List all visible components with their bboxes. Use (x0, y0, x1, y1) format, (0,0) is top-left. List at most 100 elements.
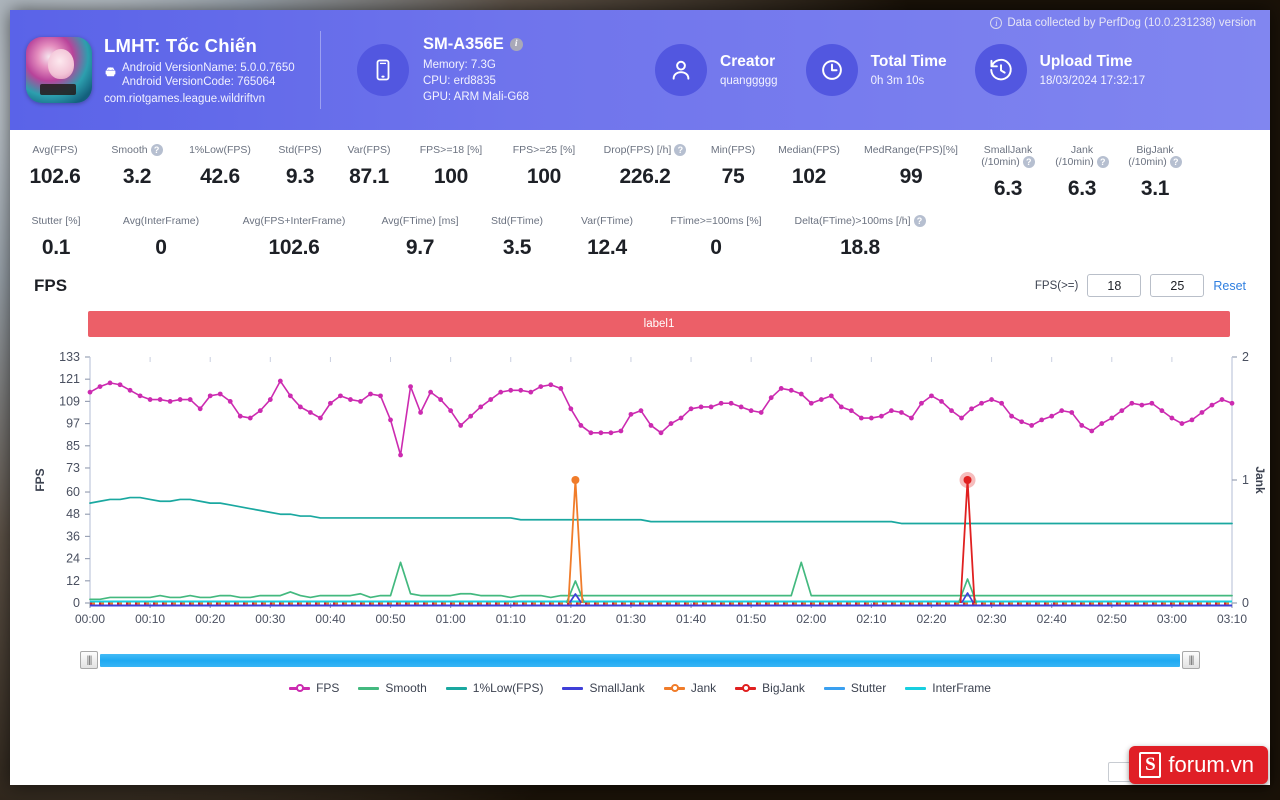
metric-cell: Avg(FPS+InterFrame) 102.6 (220, 215, 368, 260)
legend-item[interactable]: SmallJank (562, 681, 645, 695)
metric-label: Smooth ? (100, 144, 174, 156)
range-handle-left[interactable]: ||| (80, 651, 98, 670)
y-axis-tick-label: 12 (66, 574, 80, 588)
x-axis-tick-label: 00:40 (315, 612, 345, 626)
label-band[interactable]: label1 (88, 311, 1230, 338)
data-point (227, 399, 233, 405)
app-package-name: com.riotgames.league.wildriftvn (104, 93, 266, 105)
phone-icon-circle (357, 44, 409, 96)
metric-value: 0 (155, 236, 167, 260)
y-axis-title: FPS (33, 469, 47, 492)
help-icon[interactable]: ? (1022, 156, 1035, 169)
data-point (1209, 402, 1215, 408)
chart-range-scrollbar[interactable]: ||| ||| (80, 651, 1200, 670)
fps-chart[interactable]: 0 12 24 36 48 60 73 85 97 109 121 133 0 1 2 FPS Jank 00:0… (10, 345, 1270, 645)
data-point (157, 397, 163, 403)
header-divider (320, 31, 321, 109)
legend-item[interactable]: Stutter (823, 681, 887, 696)
data-point (718, 401, 724, 406)
data-point (408, 384, 413, 390)
help-icon[interactable]: ? (1096, 156, 1109, 169)
metric-cell: MedRange(FPS)[%] 99 (852, 144, 970, 201)
series-line-1-low-fps- (89, 496, 1233, 525)
data-point (648, 423, 654, 429)
data-point (187, 397, 193, 403)
creator-block: Creator quanggggg (655, 44, 778, 96)
metric-cell: Smooth ? 3.2 (100, 144, 174, 201)
data-point (358, 399, 363, 405)
metric-cell: Median(FPS) 102 (766, 144, 852, 201)
help-icon[interactable]: ? (913, 215, 926, 228)
legend-item[interactable]: BigJank (735, 681, 805, 695)
x-axis-tick-label: 02:00 (796, 612, 826, 626)
label-band-text: label1 (643, 318, 675, 331)
data-point (1159, 408, 1165, 414)
data-point (328, 401, 333, 406)
data-point (378, 393, 383, 399)
data-point (838, 404, 844, 410)
user-icon-circle (655, 44, 707, 96)
metric-value: 75 (721, 165, 745, 188)
y-axis-tick-label: 73 (66, 461, 80, 475)
y-axis-tick-label: 109 (59, 395, 80, 409)
data-point (538, 384, 544, 390)
metric-label: 1%Low(FPS) (189, 144, 251, 156)
data-point (588, 430, 594, 436)
metric-label: Std(FPS) (278, 144, 322, 156)
help-icon[interactable]: ? (1169, 156, 1182, 169)
y2-axis-tick-label: 1 (1242, 473, 1249, 487)
spike-marker[interactable] (571, 476, 580, 485)
data-point (939, 399, 944, 405)
device-cpu: CPU: erd8835 (423, 75, 496, 87)
data-point (297, 404, 303, 410)
data-point (1069, 410, 1075, 416)
data-point (508, 388, 514, 393)
legend-swatch (289, 684, 311, 693)
range-handle-right[interactable]: ||| (1182, 651, 1200, 670)
fps-chart-svg[interactable]: 01224364860738597109121133012FPS Jank00:0… (10, 345, 1270, 645)
data-point (969, 406, 974, 412)
x-axis-tick-label: 00:10 (135, 612, 165, 626)
metric-label: Stutter [%] (31, 215, 81, 228)
data-point (568, 406, 574, 412)
data-point (929, 393, 934, 399)
data-point (388, 417, 393, 423)
metric-value: 9.7 (405, 236, 435, 260)
x-axis-tick-label: 01:50 (736, 612, 766, 626)
help-icon[interactable]: ? (674, 144, 687, 156)
y-axis-tick-label: 0 (73, 596, 80, 610)
y2-axis-tick-label: 2 (1242, 350, 1249, 364)
data-point (1059, 408, 1065, 414)
app-icon (26, 37, 92, 103)
metric-label: Jank (/10min) ? (1046, 144, 1118, 169)
legend-label: Stutter (850, 681, 887, 696)
range-track[interactable] (100, 653, 1180, 667)
data-collected-note: i Data collected by PerfDog (10.0.231238… (990, 17, 1256, 29)
spike-marker[interactable] (963, 476, 972, 485)
fps-threshold-input-2[interactable] (1150, 274, 1205, 298)
fps-threshold-input-1[interactable] (1087, 274, 1142, 298)
legend-item[interactable]: InterFrame (905, 681, 991, 695)
data-point (1179, 421, 1185, 427)
legend-label: Smooth (385, 681, 427, 696)
legend-item[interactable]: FPS (289, 681, 339, 695)
data-point (418, 410, 423, 416)
help-icon[interactable]: ? (150, 144, 163, 156)
metric-value: 0 (710, 236, 722, 260)
data-point (658, 430, 664, 436)
legend-item[interactable]: Jank (663, 681, 716, 695)
metric-label: Avg(FPS+InterFrame) (242, 215, 346, 228)
data-point (247, 415, 253, 421)
data-point (348, 397, 353, 403)
legend-item[interactable]: 1%Low(FPS) (445, 681, 543, 695)
y-axis-tick-label: 133 (59, 350, 80, 364)
data-point (668, 421, 674, 427)
legend-label: FPS (316, 681, 340, 696)
reset-button[interactable]: Reset (1213, 279, 1246, 293)
data-point (277, 378, 283, 384)
device-info-icon[interactable]: i (509, 38, 523, 51)
x-axis-tick-label: 01:30 (616, 612, 646, 626)
data-point (979, 401, 984, 406)
legend-item[interactable]: Smooth (358, 681, 427, 696)
metric-value: 3.5 (502, 236, 532, 260)
